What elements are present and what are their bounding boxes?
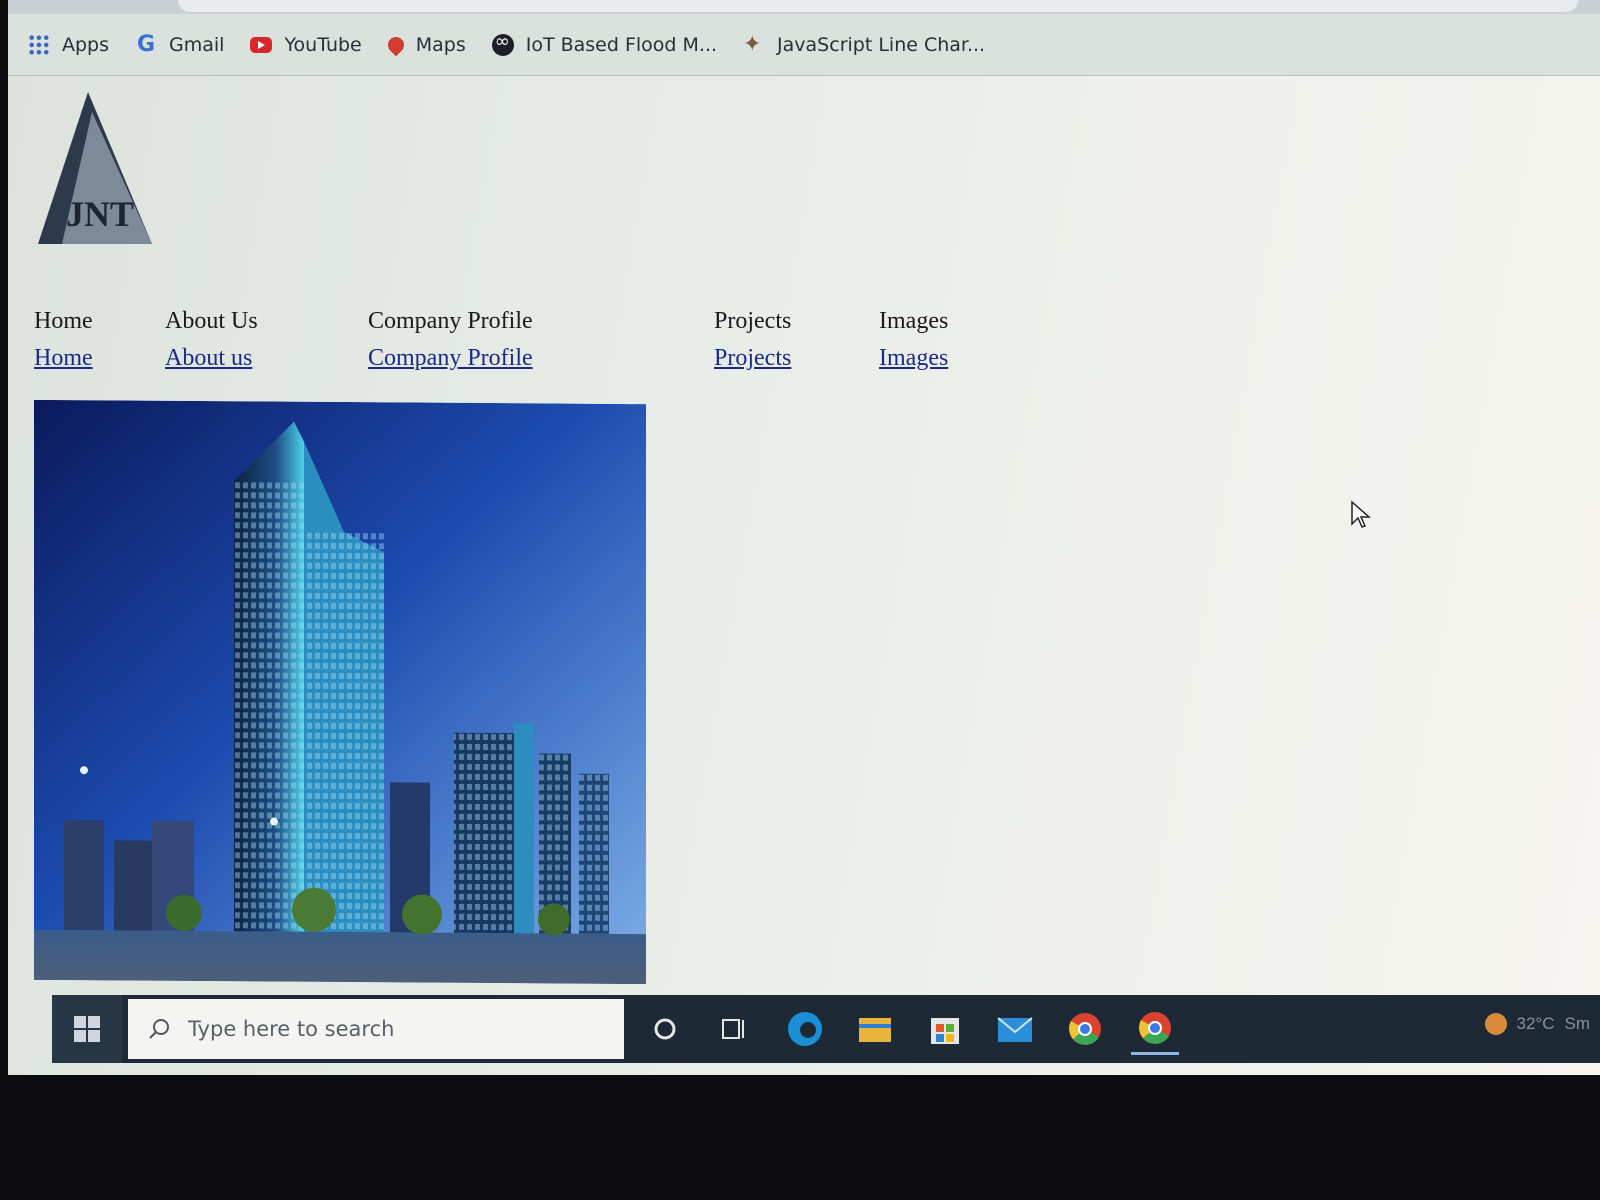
nav-item-company-profile: Company Profile Company Profile xyxy=(368,308,533,372)
nav-item-home: Home Home xyxy=(34,308,93,372)
maps-pin-icon xyxy=(384,33,408,56)
company-logo: JNT xyxy=(30,88,160,250)
windows-taskbar: Type here to search 32°C Sm xyxy=(52,995,1600,1063)
bookmark-label: IoT Based Flood M... xyxy=(525,33,718,56)
nav-heading: Company Profile xyxy=(368,308,533,334)
nav-link-home[interactable]: Home xyxy=(34,345,93,372)
svg-text:JNT: JNT xyxy=(66,194,134,234)
browser-toolbar xyxy=(8,0,1600,14)
browser-window: Apps G Gmail YouTube Maps IoT Based Floo… xyxy=(8,0,1600,1075)
nav-link-company-profile[interactable]: Company Profile xyxy=(368,345,533,372)
cortana-icon[interactable] xyxy=(641,1005,689,1053)
mail-icon[interactable] xyxy=(991,1005,1039,1053)
temperature-label: 32°C xyxy=(1516,1014,1555,1033)
start-button[interactable] xyxy=(52,995,122,1063)
bookmark-gmail[interactable]: G Gmail xyxy=(135,31,225,57)
bookmark-youtube[interactable]: YouTube xyxy=(250,33,362,56)
file-explorer-icon[interactable] xyxy=(851,1005,899,1053)
mouse-cursor-icon xyxy=(1350,500,1372,530)
taskbar-search-input[interactable]: Type here to search xyxy=(128,999,624,1059)
bookmark-label: Maps xyxy=(415,33,466,56)
bookmark-label: Apps xyxy=(62,33,110,56)
bookmarks-bar: Apps G Gmail YouTube Maps IoT Based Floo… xyxy=(8,14,1600,76)
nav-heading: Projects xyxy=(714,308,792,334)
nav-item-images: Images Images xyxy=(879,308,948,372)
bookmark-label: YouTube xyxy=(284,33,362,56)
bookmark-maps[interactable]: Maps xyxy=(384,33,466,56)
bookmark-iot[interactable]: IoT Based Flood M... xyxy=(491,31,718,56)
google-icon: G xyxy=(137,31,156,57)
windows-logo-icon xyxy=(74,1016,100,1042)
bookmark-apps[interactable]: Apps xyxy=(28,33,110,56)
nav-heading: Images xyxy=(879,308,949,334)
chrome-icon[interactable] xyxy=(1061,1005,1109,1053)
bookmark-label: Gmail xyxy=(169,33,225,56)
chrome-active-icon[interactable] xyxy=(1131,1004,1179,1055)
address-bar[interactable] xyxy=(178,0,1578,12)
edge-browser-icon[interactable] xyxy=(781,1005,829,1053)
bookmark-javascript[interactable]: ✦ JavaScript Line Char... xyxy=(743,31,986,57)
search-icon xyxy=(148,1018,170,1040)
javascript-icon: ✦ xyxy=(743,31,762,57)
nav-item-projects: Projects Projects xyxy=(714,308,791,372)
weather-label: Sm xyxy=(1564,1014,1591,1033)
building-photo xyxy=(34,399,646,985)
iot-icon xyxy=(491,31,514,56)
nav-heading: Home xyxy=(34,308,93,334)
store-icon[interactable] xyxy=(921,1005,969,1053)
nav-item-about: About Us About us xyxy=(165,308,258,372)
nav-link-about[interactable]: About us xyxy=(165,345,258,372)
nav-link-projects[interactable]: Projects xyxy=(714,345,791,372)
search-placeholder: Type here to search xyxy=(188,1017,395,1041)
nav-heading: About Us xyxy=(165,308,258,334)
youtube-icon xyxy=(250,36,273,53)
nav-link-images[interactable]: Images xyxy=(879,345,948,372)
weather-icon xyxy=(1484,1013,1507,1035)
task-view-icon[interactable] xyxy=(711,1005,759,1053)
bookmark-label: JavaScript Line Char... xyxy=(777,33,986,56)
system-tray: 32°C Sm xyxy=(1484,1013,1591,1035)
apps-grid-icon xyxy=(28,33,50,56)
